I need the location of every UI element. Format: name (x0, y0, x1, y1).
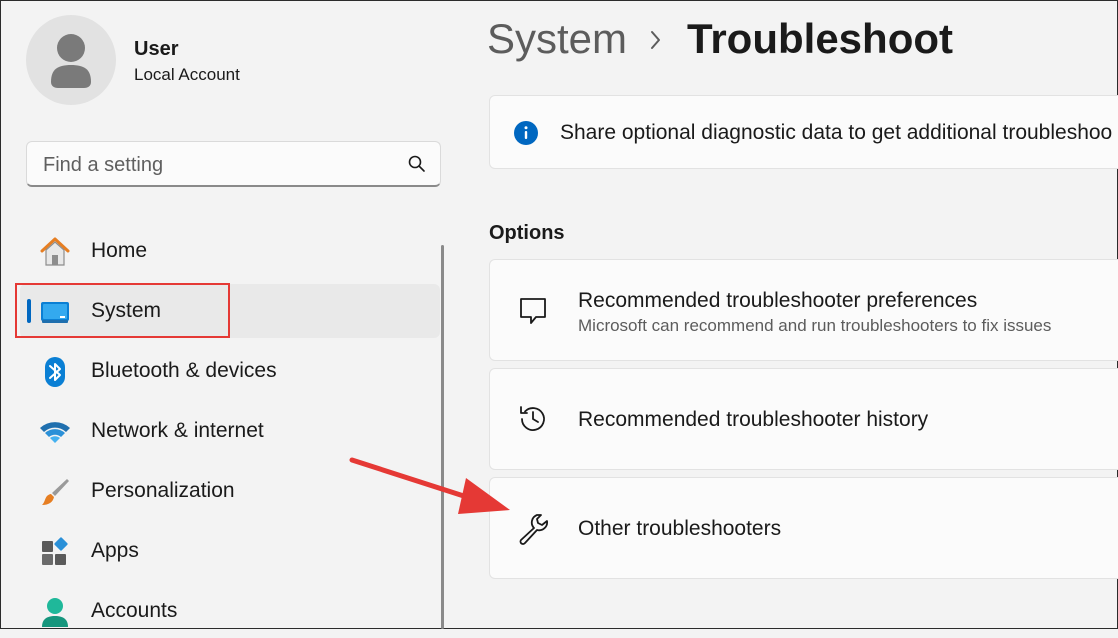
recommended-troubleshooter-history-card[interactable]: Recommended troubleshooter history (489, 368, 1118, 470)
option-title: Recommended troubleshooter preferences (578, 289, 978, 312)
search-icon[interactable] (408, 155, 426, 178)
history-icon (516, 402, 550, 436)
wifi-icon (38, 415, 72, 449)
page-title: Troubleshoot (687, 15, 953, 62)
annotation-highlight-box (15, 283, 230, 338)
sidebar-item-bluetooth[interactable]: Bluetooth & devices (20, 344, 440, 398)
info-icon (514, 121, 538, 150)
sidebar-item-label: Accounts (91, 599, 178, 622)
search-box[interactable] (26, 141, 441, 187)
apps-icon (38, 535, 72, 569)
avatar[interactable] (26, 15, 116, 105)
other-troubleshooters-card[interactable]: Other troubleshooters (489, 477, 1118, 579)
option-title: Recommended troubleshooter history (578, 408, 929, 431)
person-icon (51, 34, 91, 88)
speech-bubble-icon (516, 293, 550, 327)
sidebar-item-label: Network & internet (91, 419, 264, 442)
sidebar-item-label: Personalization (91, 479, 235, 502)
sidebar-item-apps[interactable]: Apps (20, 524, 440, 578)
section-title-options: Options (489, 222, 565, 244)
breadcrumb-parent[interactable]: System (487, 15, 627, 63)
home-icon (38, 235, 72, 269)
sidebar-item-home[interactable]: Home (20, 224, 440, 278)
annotation-arrow (349, 457, 510, 514)
chevron-right-icon (646, 27, 666, 58)
person-icon (38, 595, 72, 629)
account-type: Local Account (134, 65, 240, 84)
bluetooth-icon (38, 355, 72, 389)
sidebar-item-label: Home (91, 239, 148, 262)
recommended-troubleshooter-preferences-card[interactable]: Recommended troubleshooter preferences M… (489, 259, 1118, 361)
paintbrush-icon (38, 475, 72, 509)
search-input[interactable] (41, 150, 385, 180)
sidebar-item-accounts[interactable]: Accounts (20, 584, 440, 638)
option-subtitle: Microsoft can recommend and run troubles… (578, 316, 1052, 335)
wrench-icon (516, 511, 550, 545)
sidebar-item-label: Bluetooth & devices (91, 359, 277, 382)
sidebar-item-label: Apps (91, 539, 139, 562)
info-banner: Share optional diagnostic data to get ad… (489, 95, 1118, 169)
user-name: User (134, 38, 179, 60)
sidebar-scrollbar[interactable] (441, 245, 444, 629)
option-title: Other troubleshooters (578, 517, 782, 540)
info-banner-text: Share optional diagnostic data to get ad… (560, 121, 1113, 144)
